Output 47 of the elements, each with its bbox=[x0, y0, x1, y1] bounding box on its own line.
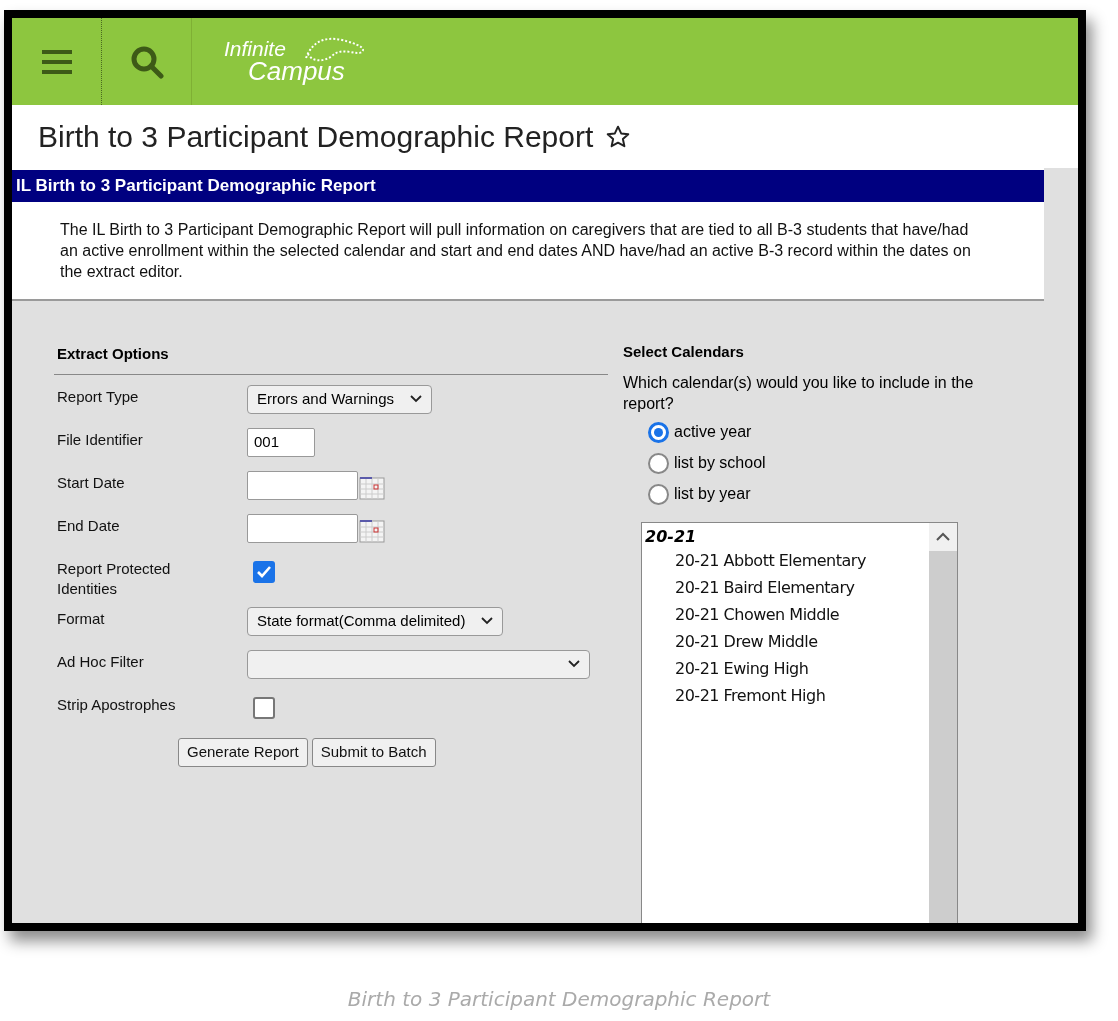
input-field[interactable]: 001 bbox=[247, 427, 315, 457]
list-item[interactable]: 20-21 Baird Elementary bbox=[645, 573, 929, 601]
scrollbar[interactable] bbox=[929, 522, 957, 923]
calendar-list[interactable]: 20-21 20-21 Abbott Elementary 20-21 Baird Elementary 20-21 Chowen Middle 20-21 Drew Middle 20-21 Ewing High 20-21 Fremont High bbox=[641, 521, 958, 923]
checkmark-icon bbox=[256, 564, 272, 579]
radio-label: list by year bbox=[674, 484, 751, 504]
action-button[interactable]: Submit to Batch bbox=[311, 737, 436, 767]
dropdown[interactable] bbox=[247, 649, 590, 679]
field-label: Format bbox=[56, 608, 106, 629]
chevron-down-icon bbox=[568, 660, 580, 668]
radio-label: list by school bbox=[674, 453, 766, 473]
dropdown[interactable]: Errors and Warnings bbox=[247, 384, 432, 414]
question-text: Which calendar(s) would you like to include in the report? bbox=[623, 372, 975, 414]
checkbox[interactable] bbox=[253, 696, 275, 719]
radio-button[interactable] bbox=[648, 483, 669, 505]
field-label: Ad Hoc Filter bbox=[56, 651, 145, 672]
section-title: Extract Options bbox=[54, 343, 608, 375]
field-label: End Date bbox=[56, 515, 121, 536]
page-title: Birth to 3 Participant Demographic Report bbox=[38, 119, 594, 155]
section-title: Select Calendars bbox=[623, 342, 745, 362]
list-item[interactable]: 20-21 Drew Middle bbox=[645, 627, 929, 655]
section-header: IL Birth to 3 Participant Demographic Report bbox=[12, 170, 1044, 202]
date-field[interactable] bbox=[247, 513, 358, 543]
field-label: Strip Apostrophes bbox=[56, 694, 177, 715]
field-label: File Identifier bbox=[56, 429, 144, 450]
date-field[interactable] bbox=[247, 470, 358, 500]
radio-button[interactable] bbox=[648, 452, 669, 474]
dropdown[interactable]: State format(Comma delimited) bbox=[247, 606, 504, 636]
image-caption: Birth to 3 Participant Demographic Report bbox=[346, 986, 772, 1013]
search-icon bbox=[129, 44, 164, 79]
chevron-down-icon bbox=[481, 617, 494, 625]
field-label: Report Type bbox=[56, 386, 140, 407]
menu-icon bbox=[40, 47, 73, 76]
list-item[interactable]: 20-21 Fremont High bbox=[645, 681, 929, 709]
star-icon[interactable] bbox=[605, 123, 632, 150]
chevron-down-icon bbox=[410, 395, 422, 403]
radio-label: active year bbox=[674, 422, 752, 442]
radio-button[interactable] bbox=[648, 421, 669, 443]
checkbox[interactable] bbox=[253, 560, 275, 583]
list-item[interactable]: 20-21 Abbott Elementary bbox=[645, 546, 929, 574]
action-button[interactable]: Generate Report bbox=[178, 737, 308, 767]
description: The IL Birth to 3 Participant Demographic Report will pull information on caregivers that are tied to all B-3 students that have/had an active enrollment within the selected calendar and start and end dates AND have/had an active B-3 record within the dates on the extract editor. bbox=[60, 220, 972, 282]
field-label: Start Date bbox=[56, 472, 126, 493]
list-item[interactable]: 20-21 Chowen Middle bbox=[645, 600, 929, 628]
list-group-heading: 20-21 bbox=[645, 526, 698, 547]
list-item[interactable]: 20-21 Ewing High bbox=[645, 654, 929, 682]
field-label: Report Protected Identities bbox=[56, 558, 172, 599]
